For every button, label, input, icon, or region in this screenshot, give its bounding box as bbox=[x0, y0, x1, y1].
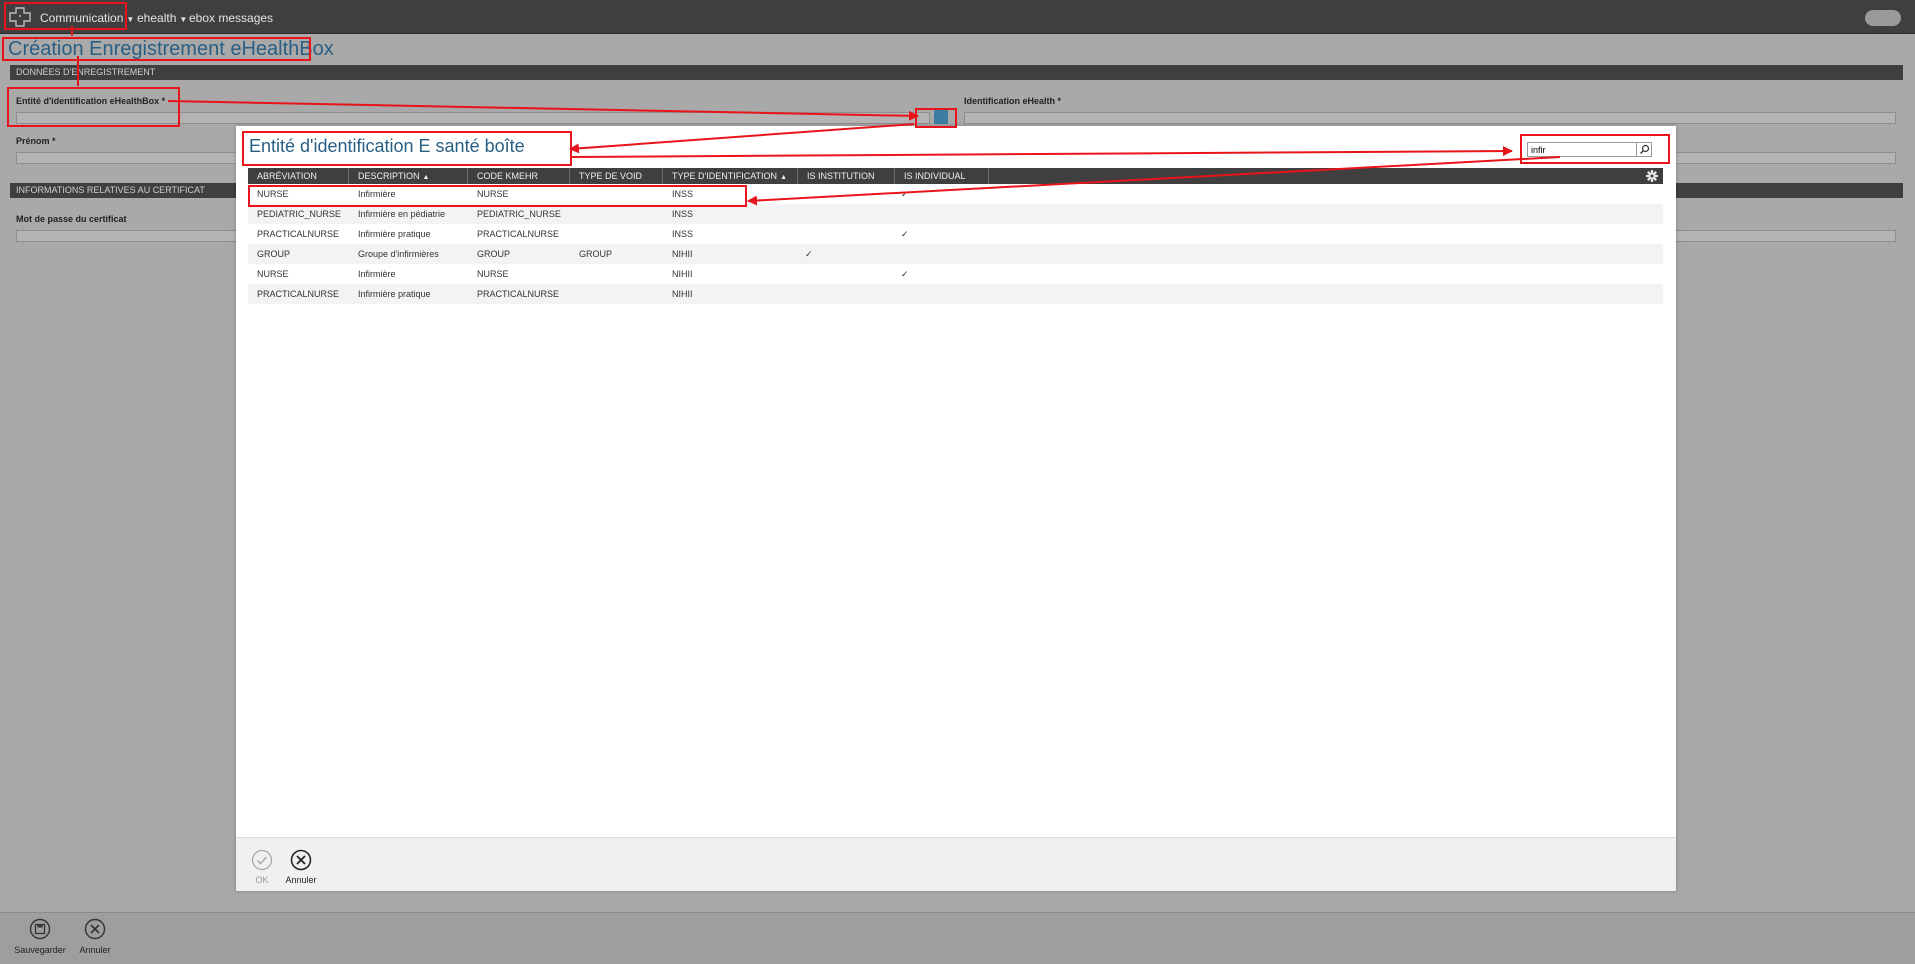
dialog-cancel-button[interactable]: Annuler bbox=[283, 849, 319, 885]
cell-description: Infirmière en pédiatrie bbox=[358, 209, 446, 219]
firstname-label: Prénom * bbox=[16, 136, 56, 146]
sort-ascending-icon: ▲ bbox=[422, 174, 430, 181]
cell-identification-type: NIHII bbox=[672, 269, 693, 279]
annotation-box-page-title bbox=[2, 37, 311, 61]
close-icon bbox=[290, 849, 312, 871]
menu-ehealth[interactable]: ehealth ▼ bbox=[137, 11, 187, 25]
save-icon bbox=[29, 918, 51, 940]
cell-void-type: GROUP bbox=[579, 249, 613, 259]
cell-is-individual: ✓ bbox=[901, 229, 909, 239]
cell-is-individual: ✓ bbox=[901, 189, 909, 199]
table-header: ABRÉVIATION DESCRIPTION ▲ CODE KMEHR TYPE… bbox=[248, 168, 1663, 184]
column-header-identification-type[interactable]: TYPE D'IDENTIFICATION ▲ bbox=[663, 168, 798, 184]
column-header-kmehr[interactable]: CODE KMEHR bbox=[468, 168, 570, 184]
cell-description: Groupe d'infirmières bbox=[358, 249, 439, 259]
cell-kmehr: PRACTICALNURSE bbox=[477, 229, 560, 239]
cell-kmehr: PEDIATRIC_NURSE bbox=[477, 209, 561, 219]
table-row[interactable]: NURSE Infirmière NURSE NIHII ✓ bbox=[248, 264, 1663, 284]
dialog-footer: OK Annuler bbox=[236, 837, 1676, 891]
table-row[interactable]: GROUP Groupe d'infirmières GROUP GROUP N… bbox=[248, 244, 1663, 264]
column-header-void-type[interactable]: TYPE DE VOID bbox=[570, 168, 663, 184]
cell-abbreviation: PRACTICALNURSE bbox=[257, 289, 340, 299]
gear-icon[interactable] bbox=[1645, 169, 1659, 183]
column-header-is-individual[interactable]: IS INDIVIDUAL bbox=[895, 168, 989, 184]
cert-password-label: Mot de passe du certificat bbox=[16, 214, 127, 224]
cell-description: Infirmière bbox=[358, 269, 396, 279]
chevron-down-icon: ▼ bbox=[126, 15, 135, 24]
chevron-down-icon: ▼ bbox=[179, 15, 188, 24]
cell-identification-type: INSS bbox=[672, 209, 694, 219]
section-registration-header: DONNÉES D'ENREGISTREMENT bbox=[10, 65, 1903, 80]
cancel-button[interactable]: Annuler bbox=[78, 918, 112, 955]
annotation-box-lookup-button bbox=[915, 108, 957, 128]
ehealth-id-field[interactable] bbox=[964, 112, 1896, 124]
cell-abbreviation: NURSE bbox=[257, 269, 289, 279]
close-icon bbox=[84, 918, 106, 940]
cell-identification-type: NIHII bbox=[672, 289, 693, 299]
cell-identification-type: NIHII bbox=[672, 249, 693, 259]
table-row[interactable]: PRACTICALNURSE Infirmière pratique PRACT… bbox=[248, 284, 1663, 304]
ok-button[interactable]: OK bbox=[248, 849, 276, 885]
cell-abbreviation: PEDIATRIC_NURSE bbox=[257, 209, 341, 219]
cell-kmehr: GROUP bbox=[477, 249, 511, 259]
cell-description: Infirmière pratique bbox=[358, 289, 431, 299]
column-header-abbreviation[interactable]: ABRÉVIATION bbox=[248, 168, 349, 184]
sort-ascending-icon: ▲ bbox=[780, 174, 787, 181]
page-footer bbox=[0, 912, 1915, 964]
ehealth-id-label: Identification eHealth * bbox=[964, 96, 1062, 106]
entity-selection-dialog: Entité d'identification E santé boîte AB… bbox=[236, 126, 1676, 891]
column-header-description[interactable]: DESCRIPTION ▲ bbox=[349, 168, 468, 184]
annotation-box-first-row bbox=[248, 185, 747, 207]
table-row[interactable]: PRACTICALNURSE Infirmière pratique PRACT… bbox=[248, 224, 1663, 244]
annotation-box-search bbox=[1520, 134, 1670, 164]
annotation-box-dialog-title bbox=[242, 131, 572, 166]
cell-description: Infirmière pratique bbox=[358, 229, 431, 239]
cell-kmehr: PRACTICALNURSE bbox=[477, 289, 560, 299]
annotation-box-entity-field bbox=[7, 87, 180, 127]
cell-is-individual: ✓ bbox=[901, 269, 909, 279]
cell-is-institution: ✓ bbox=[805, 249, 813, 259]
cell-abbreviation: GROUP bbox=[257, 249, 291, 259]
annotation-box-communication bbox=[4, 2, 127, 30]
top-toggle[interactable] bbox=[1865, 10, 1901, 26]
cell-identification-type: INSS bbox=[672, 229, 694, 239]
cell-abbreviation: PRACTICALNURSE bbox=[257, 229, 340, 239]
save-button[interactable]: Sauvegarder bbox=[14, 918, 66, 955]
check-icon bbox=[251, 849, 273, 871]
top-navigation-bar: Communication ▼ ehealth ▼ ebox messages bbox=[0, 0, 1915, 34]
column-header-is-institution[interactable]: IS INSTITUTION bbox=[798, 168, 895, 184]
table-row[interactable]: PEDIATRIC_NURSE Infirmière en pédiatrie … bbox=[248, 204, 1663, 224]
cell-kmehr: NURSE bbox=[477, 269, 509, 279]
menu-ebox-messages[interactable]: ebox messages bbox=[189, 11, 273, 25]
